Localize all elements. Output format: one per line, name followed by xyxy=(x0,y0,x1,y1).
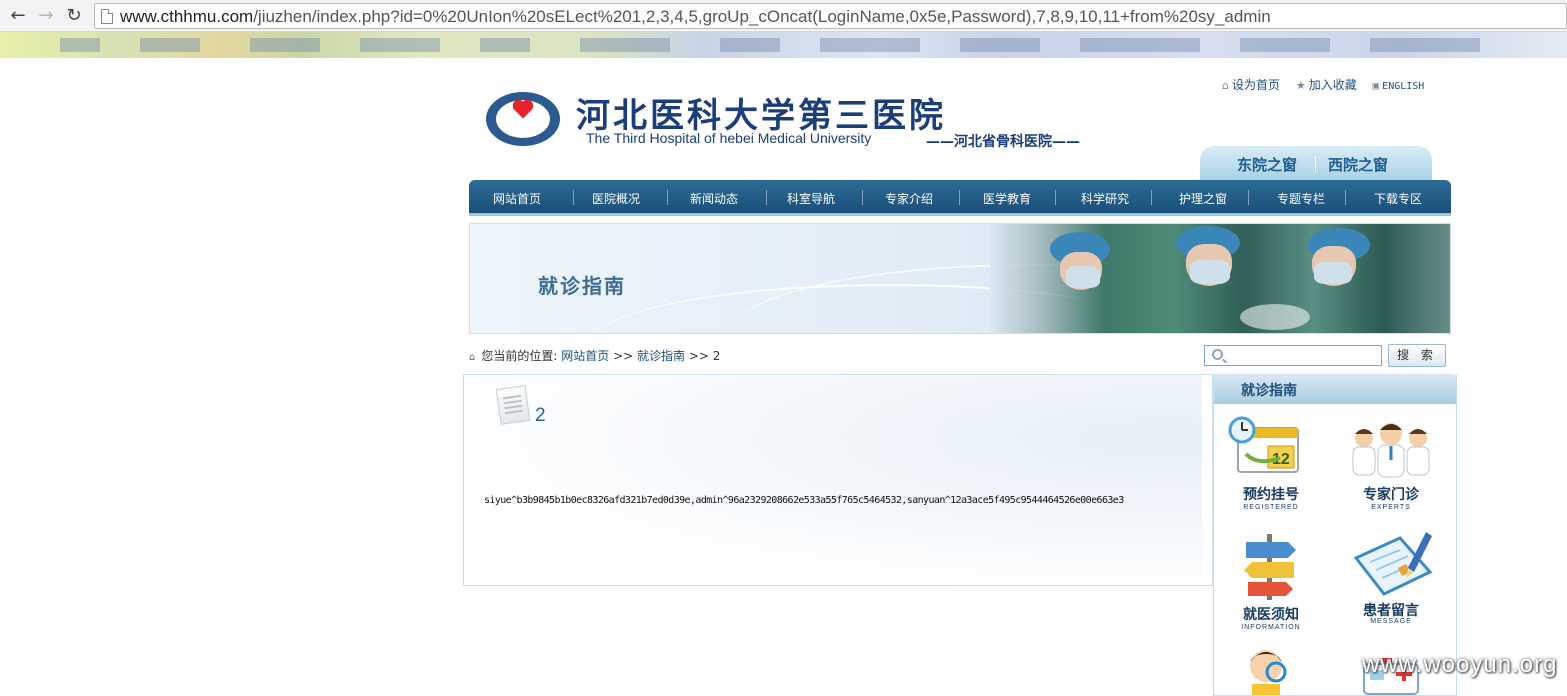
service-registration-label: 预约挂号 xyxy=(1243,487,1299,503)
reload-icon[interactable]: ↻ xyxy=(62,4,86,28)
hospital-logo-emblem[interactable]: THHMU xyxy=(486,92,560,146)
nav-item-news[interactable]: 新闻动态 xyxy=(690,190,738,207)
hospital-name-en: The Third Hospital of hebei Medical Univ… xyxy=(586,130,872,146)
service-message-label: 患者留言 xyxy=(1363,603,1419,619)
section-banner: 就诊指南 xyxy=(469,223,1451,334)
tab-east-campus[interactable]: 东院之窗 xyxy=(1237,154,1297,175)
document-icon xyxy=(495,385,531,425)
nav-item-topics[interactable]: 专题专栏 xyxy=(1277,190,1325,207)
url-text[interactable]: www.cthhmu.com/jiuzhen/index.php?id=0%20… xyxy=(120,7,1271,27)
surgery-photo xyxy=(990,224,1450,333)
folder-icon: ▣ xyxy=(1372,79,1380,92)
signpost-icon xyxy=(1244,534,1296,600)
service-registration[interactable]: 12 预约挂号 REGISTERED xyxy=(1216,410,1326,520)
home-icon: ⌂ xyxy=(1222,79,1229,92)
breadcrumb-home-link[interactable]: 网站首页 xyxy=(561,349,609,363)
service-registration-en: REGISTERED xyxy=(1243,504,1299,511)
nav-item-education[interactable]: 医学教育 xyxy=(983,190,1031,207)
service-experts-en: EXPERTS xyxy=(1371,504,1411,511)
breadcrumb-section-link[interactable]: 就诊指南 xyxy=(637,349,685,363)
sidebar-guide: 就诊指南 12 预约挂号 REGISTERED 专家门诊 EXPERTS 就医须… xyxy=(1213,374,1457,696)
doctors-icon xyxy=(1352,423,1430,478)
service-information-en: INFORMATION xyxy=(1241,624,1301,631)
back-arrow-icon[interactable]: ← xyxy=(6,4,30,28)
url-host: www.cthhmu.com xyxy=(120,7,254,26)
search-button[interactable]: 搜 索 xyxy=(1388,344,1446,367)
breadcrumb-prefix: 您当前的位置: xyxy=(481,349,558,363)
add-favorite-link[interactable]: ★ 加入收藏 xyxy=(1296,76,1357,93)
nav-item-overview[interactable]: 医院概况 xyxy=(592,190,640,207)
nav-item-downloads[interactable]: 下载专区 xyxy=(1374,190,1422,207)
top-links: ⌂ 设为首页 ★ 加入收藏 ▣ ENGLISH xyxy=(1222,76,1436,93)
hospital-subtitle: ——河北省骨科医院—— xyxy=(926,134,1080,150)
search-input[interactable] xyxy=(1229,347,1379,364)
forward-arrow-icon[interactable]: → xyxy=(34,4,58,28)
nav-item-home[interactable]: 网站首页 xyxy=(493,190,541,207)
content-panel: 2 siyue^b3b9845b1b0ec8326afd321b7ed0d39e… xyxy=(463,374,1213,586)
url-path: /jiuzhen/index.php?id=0%20UnIon%20sELect… xyxy=(253,7,1271,26)
campus-tabs: 东院之窗 西院之窗 xyxy=(1200,146,1432,180)
main-nav: 网站首页 医院概况 新闻动态 科室导航 专家介绍 医学教育 科学研究 护理之窗 … xyxy=(469,180,1451,216)
nav-item-research[interactable]: 科学研究 xyxy=(1081,190,1129,207)
document-number: 2 xyxy=(535,405,546,426)
nav-item-departments[interactable]: 科室导航 xyxy=(787,190,835,207)
set-homepage-link[interactable]: ⌂ 设为首页 xyxy=(1222,76,1280,93)
browser-toolbar: ← → ↻ www.cthhmu.com/jiuzhen/index.php?i… xyxy=(0,0,1567,32)
content-body-text: siyue^b3b9845b1b0ec8326afd321b7ed0d39e,a… xyxy=(484,495,1124,506)
english-link[interactable]: ▣ ENGLISH xyxy=(1373,79,1425,92)
search-field[interactable] xyxy=(1204,345,1382,366)
breadcrumb-current: 2 xyxy=(712,349,721,363)
service-message-en: MESSAGE xyxy=(1370,618,1412,625)
child-magnifier-icon xyxy=(1250,650,1287,695)
tab-west-campus[interactable]: 西院之窗 xyxy=(1328,154,1388,175)
bookmarks-bar-blurred xyxy=(0,32,1567,58)
clipboard-pen-icon xyxy=(1353,532,1433,596)
banner-title: 就诊指南 xyxy=(538,274,626,298)
service-experts[interactable]: 专家门诊 EXPERTS xyxy=(1336,410,1446,520)
service-experts-label: 专家门诊 xyxy=(1363,487,1419,503)
breadcrumb: ⌂ 您当前的位置: 网站首页 >> 就诊指南 >> 2 xyxy=(469,349,721,363)
service-information[interactable]: 就医须知 INFORMATION xyxy=(1216,526,1326,636)
nav-item-experts[interactable]: 专家介绍 xyxy=(885,190,933,207)
service-message[interactable]: 患者留言 MESSAGE xyxy=(1336,526,1446,636)
watermark: www.wooyun.org xyxy=(1362,651,1558,678)
nav-item-nursing[interactable]: 护理之窗 xyxy=(1179,190,1227,207)
address-bar[interactable]: www.cthhmu.com/jiuzhen/index.php?id=0%20… xyxy=(94,3,1567,29)
sidebar-header: 就诊指南 xyxy=(1214,374,1456,404)
calendar-icon: 12 xyxy=(1228,416,1299,473)
search-icon xyxy=(1212,349,1223,360)
home-icon: ⌂ xyxy=(469,352,476,363)
page-icon xyxy=(101,9,113,24)
heart-icon xyxy=(514,101,532,119)
service-information-label: 就医须知 xyxy=(1243,607,1299,623)
star-icon: ★ xyxy=(1295,79,1306,92)
sidebar-title: 就诊指南 xyxy=(1241,383,1297,399)
logo-abbr: THHMU xyxy=(508,129,538,138)
